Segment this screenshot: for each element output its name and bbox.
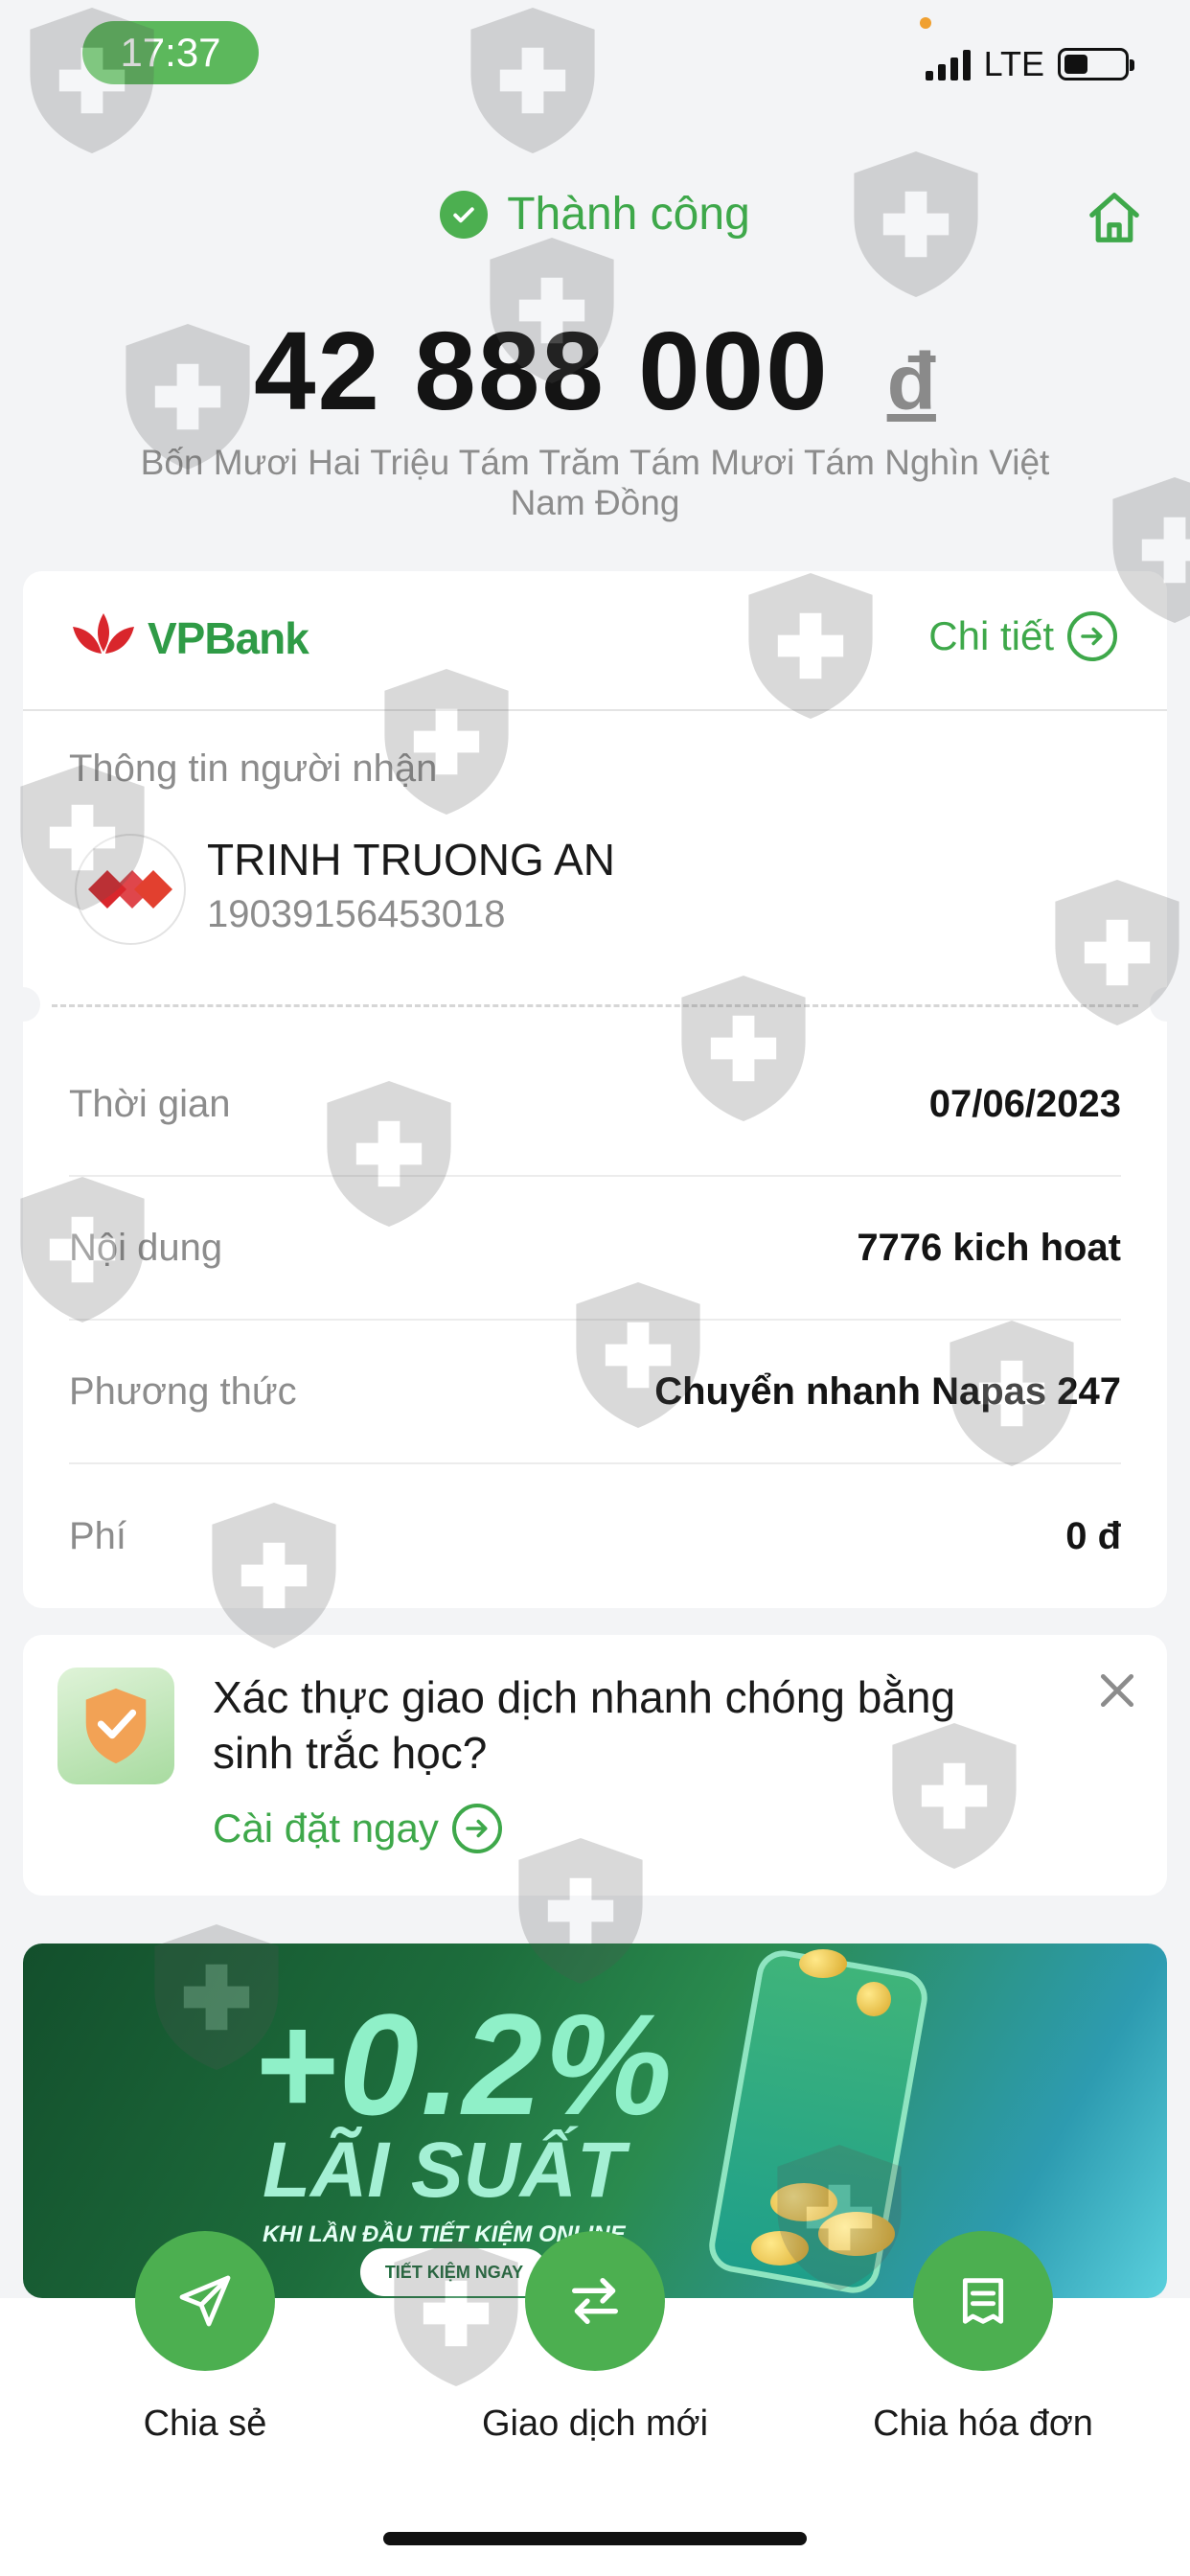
setup-now-link[interactable]: Cài đặt ngay [213, 1804, 502, 1853]
status-time: 17:37 [82, 21, 259, 84]
status-icons: LTE [925, 40, 1134, 88]
row-value: 7776 kich hoat [857, 1226, 1121, 1269]
success-label: Thành công [507, 189, 750, 240]
card-header: VPBank Chi tiết [23, 571, 1167, 711]
transfer-amount: 42 888 000 [254, 309, 830, 433]
signal-icon [925, 48, 971, 80]
battery-icon [1058, 48, 1134, 80]
detail-row-method: Phương thức Chuyển nhanh Napas 247 [69, 1321, 1121, 1464]
recipient-bank-avatar [75, 834, 186, 945]
row-label: Nội dung [69, 1226, 223, 1269]
currency-symbol: đ [886, 336, 936, 426]
bill-icon[interactable] [913, 2231, 1053, 2371]
detail-row-fee: Phí 0 đ [69, 1464, 1121, 1608]
amount-display: 42 888 000 đ [0, 307, 1190, 435]
setup-now-label: Cài đặt ngay [213, 1806, 439, 1851]
detail-row-time: Thời gian 07/06/2023 [69, 1033, 1121, 1177]
bank-name: VPBank [148, 613, 309, 663]
techcombank-logo-icon [88, 870, 172, 908]
row-label: Phương thức [69, 1369, 297, 1413]
arrow-right-circle-icon [1067, 611, 1117, 661]
recipient-name: TRINH TRUONG AN [207, 835, 615, 885]
row-label: Phí [69, 1514, 127, 1557]
dashed-divider [52, 1004, 1138, 1007]
recipient-account-number: 19039156453018 [207, 893, 506, 935]
transaction-detail-card: VPBank Chi tiết Thông tin người nhận TRI… [6, 571, 1184, 1608]
coin-illustration [857, 1982, 891, 2016]
split-bill-action[interactable]: Chia hóa đơn [849, 2231, 1117, 2445]
split-bill-label: Chia hóa đơn [873, 2404, 1093, 2444]
check-icon [440, 190, 489, 239]
biometric-prompt-title: Xác thực giao dịch nhanh chóng bằng sinh… [213, 1672, 956, 1778]
promo-rate: +0.2% [253, 1984, 675, 2145]
coin-illustration [799, 1949, 847, 1978]
ticket-notch [1150, 987, 1184, 1022]
home-indicator [383, 2532, 807, 2545]
row-value: 07/06/2023 [928, 1082, 1121, 1125]
coin-illustration [770, 2183, 837, 2221]
shield-check-icon [57, 1668, 174, 1784]
ticket-notch [6, 987, 40, 1022]
arrow-right-circle-icon [451, 1804, 502, 1853]
vpbank-logo: VPBank [69, 610, 309, 667]
success-status: Thành công [0, 188, 1190, 241]
row-value: Chuyển nhanh Napas 247 [654, 1369, 1121, 1413]
send-icon[interactable] [135, 2231, 275, 2371]
detail-row-content: Nội dung 7776 kich hoat [69, 1177, 1121, 1321]
detail-link-label: Chi tiết [928, 613, 1054, 658]
swap-icon[interactable] [525, 2231, 665, 2371]
promo-title: LÃI SUẤT [263, 2127, 626, 2214]
recipient-section-title: Thông tin người nhận [69, 748, 438, 790]
privacy-indicator [920, 17, 931, 29]
watermark-shield-icon [470, 8, 595, 153]
biometric-prompt-card: Xác thực giao dịch nhanh chóng bằng sinh… [23, 1635, 1167, 1896]
network-label: LTE [983, 44, 1044, 83]
vpbank-flower-icon [73, 613, 134, 654]
home-icon[interactable] [1085, 188, 1144, 247]
new-transaction-label: Giao dịch mới [481, 2404, 709, 2444]
share-action[interactable]: Chia sẻ [71, 2231, 339, 2445]
row-label: Thời gian [69, 1082, 231, 1125]
coin-illustration [751, 2231, 809, 2266]
share-label: Chia sẻ [143, 2404, 267, 2444]
detail-link[interactable]: Chi tiết [928, 611, 1117, 661]
row-value: 0 đ [1065, 1514, 1121, 1557]
close-icon[interactable] [1096, 1669, 1138, 1712]
amount-in-words: Bốn Mươi Hai Triệu Tám Trăm Tám Mươi Tám… [140, 443, 1050, 522]
new-transaction-action[interactable]: Giao dịch mới [461, 2231, 729, 2445]
